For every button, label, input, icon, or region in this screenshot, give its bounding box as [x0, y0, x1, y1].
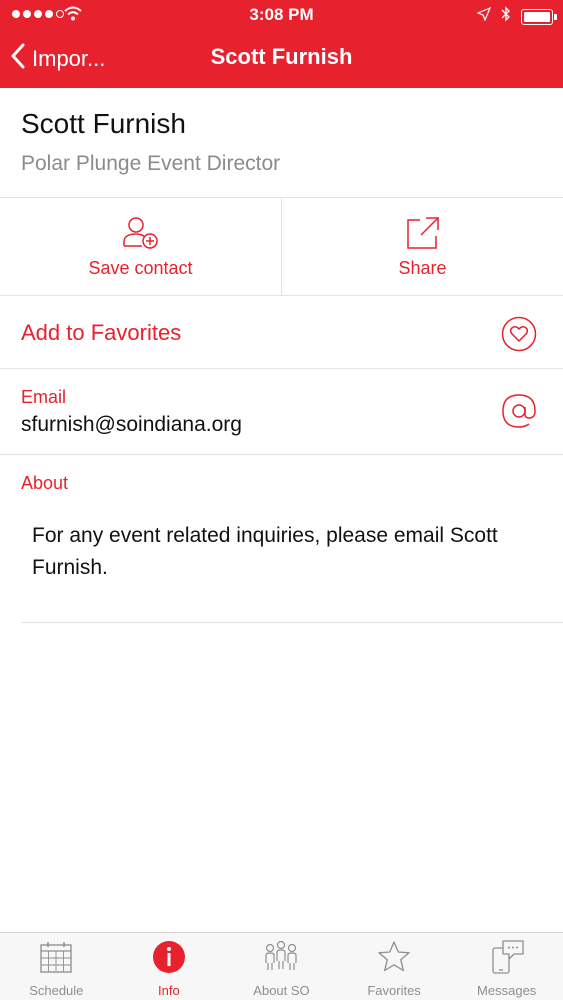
share-button[interactable]: Share — [281, 198, 563, 295]
tab-messages[interactable]: Messages — [450, 933, 563, 1000]
contact-role: Polar Plunge Event Director — [21, 152, 281, 175]
email-value[interactable]: sfurnish@soindiana.org — [21, 413, 242, 437]
contact-header: Scott Furnish Polar Plunge Event Directo… — [0, 88, 563, 198]
people-icon — [262, 939, 300, 980]
heart-icon — [501, 316, 537, 357]
at-sign-icon[interactable] — [501, 393, 537, 434]
save-contact-button[interactable]: Save contact — [0, 198, 281, 295]
tab-bar: Schedule Info About SO Favorites Message… — [0, 932, 563, 1000]
location-arrow-icon — [476, 6, 492, 26]
tab-info[interactable]: Info — [113, 933, 226, 1000]
about-text: For any event related inquiries, please … — [32, 524, 498, 579]
about-divider — [21, 622, 563, 623]
tab-messages-label: Messages — [477, 983, 537, 998]
tab-about-so-label: About SO — [253, 983, 310, 998]
bluetooth-icon — [501, 6, 511, 27]
tab-favorites-label: Favorites — [367, 983, 421, 998]
tab-info-label: Info — [158, 983, 180, 998]
page-title: Scott Furnish — [210, 44, 353, 69]
add-to-favorites-button[interactable]: Add to Favorites — [0, 296, 563, 369]
add-user-icon — [122, 216, 160, 255]
save-contact-label: Save contact — [88, 258, 193, 278]
tab-about-so[interactable]: About SO — [225, 933, 338, 1000]
contact-actions: Save contact Share — [0, 198, 563, 296]
battery-icon — [521, 8, 557, 25]
tab-favorites[interactable]: Favorites — [338, 933, 451, 1000]
star-icon — [376, 939, 412, 980]
email-label: Email — [21, 387, 67, 407]
about-label: About — [21, 473, 69, 493]
status-bar: 3:08 PM — [0, 0, 563, 30]
messages-icon — [489, 939, 525, 980]
email-row: Email sfurnish@soindiana.org — [0, 369, 563, 455]
share-icon — [406, 216, 440, 255]
add-to-favorites-label: Add to Favorites — [21, 320, 182, 345]
info-icon — [151, 939, 187, 980]
tab-schedule-label: Schedule — [29, 983, 84, 998]
calendar-icon — [38, 939, 74, 980]
navigation-bar: Impor... Scott Furnish — [0, 30, 563, 88]
contact-name: Scott Furnish — [21, 108, 186, 139]
tab-schedule[interactable]: Schedule — [0, 933, 113, 1000]
share-label: Share — [398, 258, 447, 278]
